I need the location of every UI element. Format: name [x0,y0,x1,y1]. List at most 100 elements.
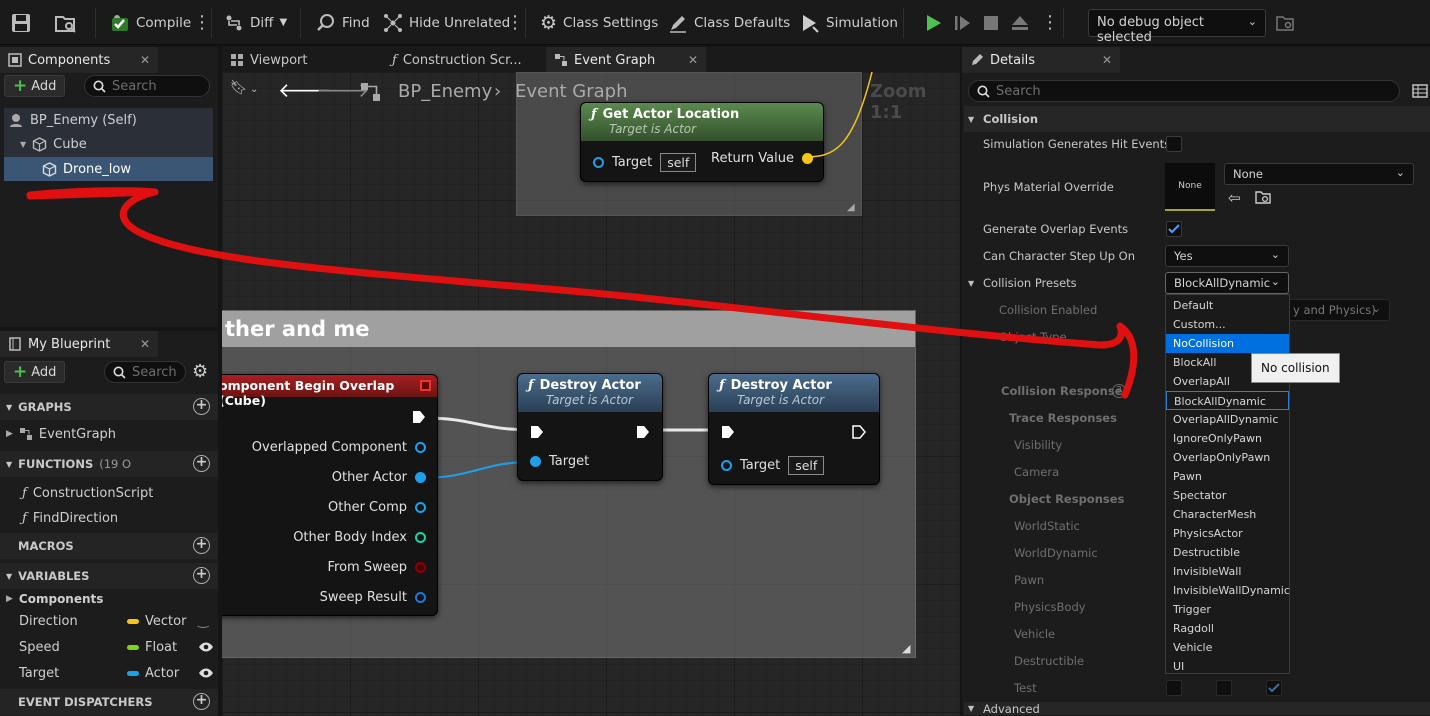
debug-browse-button[interactable] [1276,0,1294,45]
exec-in-pin-icon[interactable] [721,425,735,439]
function-item-constructionscript[interactable]: ƒ ConstructionScript [0,481,218,505]
dropdown-option[interactable]: IgnoreOnlyPawn [1166,429,1289,448]
target-pin[interactable]: Target [530,454,589,469]
details-search-input[interactable]: Search [968,80,1400,102]
tab-event-graph[interactable]: Event Graph ✕ [546,47,706,73]
dropdown-option[interactable]: InvisibleWall [1166,562,1289,581]
my-blueprint-search-input[interactable]: Search [104,361,186,383]
begin-overlap-event-node[interactable]: omponent Begin Overlap (Cube) [222,374,438,616]
compile-button[interactable]: Compile [110,0,191,45]
dropdown-option[interactable]: Default [1166,296,1289,315]
close-icon[interactable]: ✕ [140,53,150,67]
gear-icon[interactable]: ⚙ [192,361,208,382]
dropdown-option[interactable]: Ragdoll [1166,619,1289,638]
hide-unrelated-button[interactable]: Hide Unrelated [383,0,510,45]
functions-section-header[interactable]: ▼ FUNCTIONS (19 O + [0,451,218,477]
variable-item-target[interactable]: Target Actor [0,661,218,685]
add-component-button[interactable]: + Add [4,75,66,97]
graphs-section-header[interactable]: ▼ GRAPHS + [0,394,218,420]
dropdown-option[interactable]: UI [1166,657,1289,676]
other-actor-pin[interactable]: Other Actor [332,470,426,485]
find-button[interactable]: Find [316,0,370,45]
collision-enabled-combo[interactable]: y and Physics) ⌄ [1284,299,1390,321]
debug-object-dropdown[interactable]: No debug object selected ⌄ [1088,9,1266,45]
dropdown-option[interactable]: Pawn [1166,467,1289,486]
phys-material-thumbnail[interactable]: None [1165,163,1215,211]
dropdown-option[interactable]: OverlapOnlyPawn [1166,448,1289,467]
close-icon[interactable]: ✕ [1102,53,1112,67]
class-settings-button[interactable]: ⚙ Class Settings [540,0,658,45]
dropdown-option[interactable]: Spectator [1166,486,1289,505]
add-graph-button[interactable]: + [193,398,210,415]
dropdown-option[interactable]: OverlapAllDynamic [1166,410,1289,429]
tree-item-drone-low[interactable]: Drone_low [4,157,213,181]
browse-asset-icon[interactable] [1255,190,1271,205]
destroy-actor-node-2[interactable]: ƒ Destroy Actor Target is Actor Target se… [708,373,880,485]
tab-construction-script[interactable]: ƒ Construction Scr... [384,47,544,73]
generate-overlap-checkbox[interactable] [1166,221,1182,237]
stop-button[interactable] [982,0,1000,45]
hide-unrelated-options-button[interactable]: ⋮ [506,0,524,45]
add-member-button[interactable]: + Add [4,361,66,383]
variable-item-speed[interactable]: Speed Float [0,635,218,659]
self-field[interactable]: self [788,456,825,475]
close-icon[interactable]: ✕ [140,337,150,351]
sim-hit-events-checkbox[interactable] [1166,136,1182,152]
advanced-row[interactable]: ▼ Advanced [964,702,1430,716]
tab-components[interactable]: Components ✕ [0,47,158,73]
help-icon[interactable]: ? [1112,384,1126,398]
table-view-icon[interactable] [1412,84,1428,98]
tab-details[interactable]: Details ✕ [962,47,1120,73]
dropdown-option[interactable]: InvisibleWallDynamic [1166,581,1290,600]
exec-out-pin-icon[interactable] [636,425,650,439]
save-button[interactable] [10,0,32,45]
tree-item-self[interactable]: BP_Enemy (Self) [8,108,137,132]
collision-presets-combo[interactable]: BlockAllDynamic ⌄ [1165,272,1289,294]
exec-in-pin-icon[interactable] [530,425,544,439]
test-overlap-checkbox[interactable] [1216,680,1232,696]
dropdown-option[interactable]: BlockAllDynamic [1166,391,1289,410]
variable-item-direction[interactable]: Direction Vector ‿ [0,609,218,633]
variable-group-components[interactable]: ▶ Components [0,587,218,611]
sweep-result-pin[interactable]: Sweep Result [320,590,426,605]
play-options-button[interactable]: ⋮ [1041,0,1059,45]
exec-out-pin-icon[interactable] [852,425,866,439]
browse-button[interactable] [54,0,78,45]
dropdown-option[interactable]: Trigger [1166,600,1289,619]
dropdown-option[interactable]: Vehicle [1166,638,1289,657]
play-button[interactable] [924,0,944,45]
destroy-actor-node-1[interactable]: ƒ Destroy Actor Target is Actor Target [517,373,663,481]
dropdown-option[interactable]: PhysicsActor [1166,524,1289,543]
components-search-input[interactable]: Search [84,75,210,97]
delegate-pin-icon[interactable] [420,380,431,391]
test-ignore-checkbox[interactable] [1266,680,1282,696]
function-item-finddirection[interactable]: ƒ FindDirection [0,506,218,530]
add-variable-button[interactable]: + [193,567,210,584]
simulation-button[interactable]: Simulation [800,0,898,45]
dropdown-option[interactable]: NoCollision [1166,334,1289,353]
from-sweep-pin[interactable]: From Sweep [328,560,426,575]
overlapped-component-pin[interactable]: Overlapped Component [252,440,426,455]
tab-viewport[interactable]: Viewport [222,47,382,73]
eject-button[interactable] [1010,0,1030,45]
tab-my-blueprint[interactable]: My Blueprint ✕ [0,331,158,357]
collision-section-header[interactable]: ▼ Collision [964,106,1430,133]
dropdown-option[interactable]: Custom... [1166,315,1289,334]
test-block-checkbox[interactable] [1166,680,1182,696]
eye-closed-icon[interactable]: ‿ [198,614,208,629]
other-body-index-pin[interactable]: Other Body Index [293,530,426,545]
compile-options-button[interactable]: ⋮ [193,0,211,45]
other-comp-pin[interactable]: Other Comp [328,500,426,515]
event-graph-canvas[interactable]: ◢ ther and me ◢ 🔖︎ ⌄ 🡐 🡒 BP_Enemy › Even… [222,72,960,716]
step-up-combo[interactable]: Yes ⌄ [1165,245,1289,267]
add-dispatcher-button[interactable]: + [193,693,210,710]
add-macro-button[interactable]: + [193,537,210,554]
exec-out-pin-icon[interactable] [412,410,426,424]
diff-button[interactable]: Diff ▼ [224,0,287,45]
eye-icon[interactable] [198,641,214,653]
step-button[interactable] [953,0,973,45]
event-dispatchers-section-header[interactable]: EVENT DISPATCHERS + [0,689,218,715]
dropdown-option[interactable]: CharacterMesh [1166,505,1289,524]
dropdown-option[interactable]: Destructible [1166,543,1289,562]
graph-item-eventgraph[interactable]: ▶ EventGraph [0,422,218,446]
